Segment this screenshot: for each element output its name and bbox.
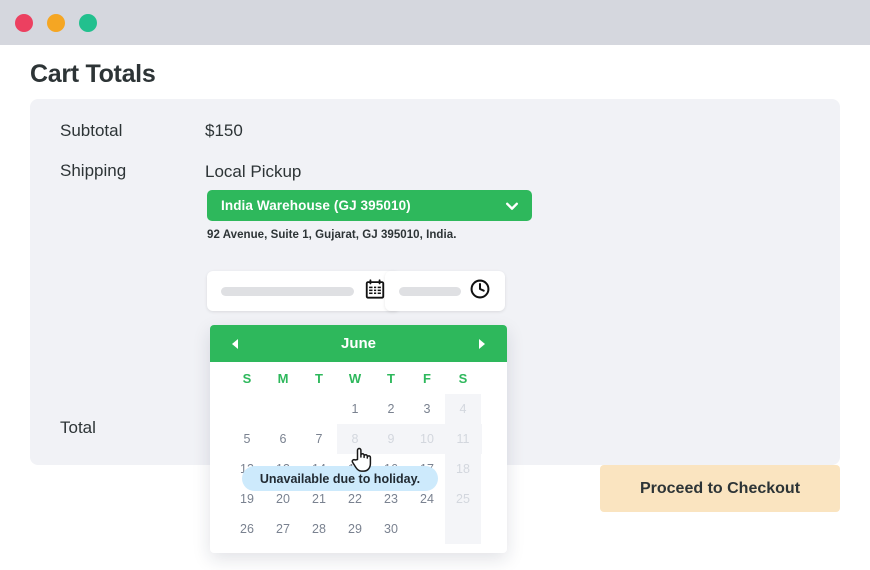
pointer-hand-cursor bbox=[349, 444, 373, 479]
close-button[interactable] bbox=[15, 13, 33, 32]
weekday-0: S bbox=[242, 370, 252, 386]
day-cell-empty bbox=[229, 394, 265, 424]
day-cell-26[interactable]: 26 bbox=[229, 514, 265, 544]
window-titlebar bbox=[0, 0, 870, 45]
weekday-1: M bbox=[277, 370, 289, 386]
day-cell-25: 25 bbox=[456, 492, 470, 506]
day-cell-4: 4 bbox=[459, 402, 467, 416]
day-cell-empty bbox=[301, 394, 337, 424]
weekday-5: F bbox=[423, 370, 431, 386]
day-cell-6[interactable]: 6 bbox=[265, 424, 301, 454]
triangle-left-icon[interactable] bbox=[232, 338, 238, 349]
date-input[interactable] bbox=[207, 271, 400, 311]
triangle-right-icon[interactable] bbox=[478, 338, 485, 349]
week-row: 1234 bbox=[229, 394, 488, 424]
unavailable-tooltip: Unavailable due to holiday. bbox=[242, 466, 438, 491]
day-cell-9: 9 bbox=[387, 432, 395, 446]
chevron-down-icon bbox=[504, 198, 520, 214]
day-cell-empty bbox=[265, 394, 301, 424]
day-cell-5[interactable]: 5 bbox=[229, 424, 265, 454]
day-cell-11: 11 bbox=[456, 432, 470, 446]
proceed-to-checkout-button[interactable]: Proceed to Checkout bbox=[600, 465, 840, 512]
calendar-icon bbox=[364, 278, 386, 305]
day-cell-empty bbox=[409, 514, 445, 544]
datepicker-header: June bbox=[210, 325, 507, 362]
datepicker-popup: June SMTWTFS 123456789101112131415161718… bbox=[210, 325, 507, 553]
day-cell-2[interactable]: 2 bbox=[373, 394, 409, 424]
warehouse-select-value: India Warehouse (GJ 395010) bbox=[221, 198, 411, 213]
app-window: Cart Totals Subtotal $150 Shipping Local… bbox=[0, 0, 870, 570]
day-cell-empty bbox=[445, 514, 481, 544]
day-cell-29[interactable]: 29 bbox=[337, 514, 373, 544]
day-cell-1[interactable]: 1 bbox=[337, 394, 373, 424]
day-cell-30[interactable]: 30 bbox=[373, 514, 409, 544]
day-cell-27[interactable]: 27 bbox=[265, 514, 301, 544]
day-cell-18: 18 bbox=[456, 462, 470, 476]
clock-icon bbox=[469, 278, 491, 305]
total-label: Total bbox=[60, 418, 96, 437]
page-title: Cart Totals bbox=[30, 60, 156, 88]
datepicker-month-label: June bbox=[340, 335, 376, 352]
weekday-6: S bbox=[458, 370, 468, 386]
warehouse-select[interactable]: India Warehouse (GJ 395010) bbox=[207, 190, 532, 221]
time-input-placeholder bbox=[399, 286, 461, 296]
day-cell-10: 10 bbox=[420, 432, 434, 446]
weekday-2: T bbox=[315, 370, 323, 386]
shipping-method-label: Local Pickup bbox=[205, 162, 302, 181]
date-input-placeholder bbox=[221, 286, 354, 296]
week-row: 26 27 28 29 30 bbox=[229, 514, 488, 544]
maximize-button[interactable] bbox=[79, 13, 97, 32]
weekday-3: W bbox=[348, 370, 362, 386]
day-cell-28[interactable]: 28 bbox=[301, 514, 337, 544]
warehouse-address: 92 Avenue, Suite 1, Gujarat, GJ 395010, … bbox=[207, 229, 457, 241]
weekday-header-row: SMTWTFS bbox=[229, 362, 488, 394]
day-cell-3[interactable]: 3 bbox=[409, 394, 445, 424]
weekday-4: T bbox=[387, 370, 395, 386]
minimize-button[interactable] bbox=[47, 13, 65, 32]
shipping-label: Shipping bbox=[60, 161, 127, 180]
subtotal-label: Subtotal bbox=[60, 121, 123, 140]
subtotal-value: $150 bbox=[205, 121, 243, 140]
time-input[interactable] bbox=[385, 271, 505, 311]
day-cell-7[interactable]: 7 bbox=[301, 424, 337, 454]
